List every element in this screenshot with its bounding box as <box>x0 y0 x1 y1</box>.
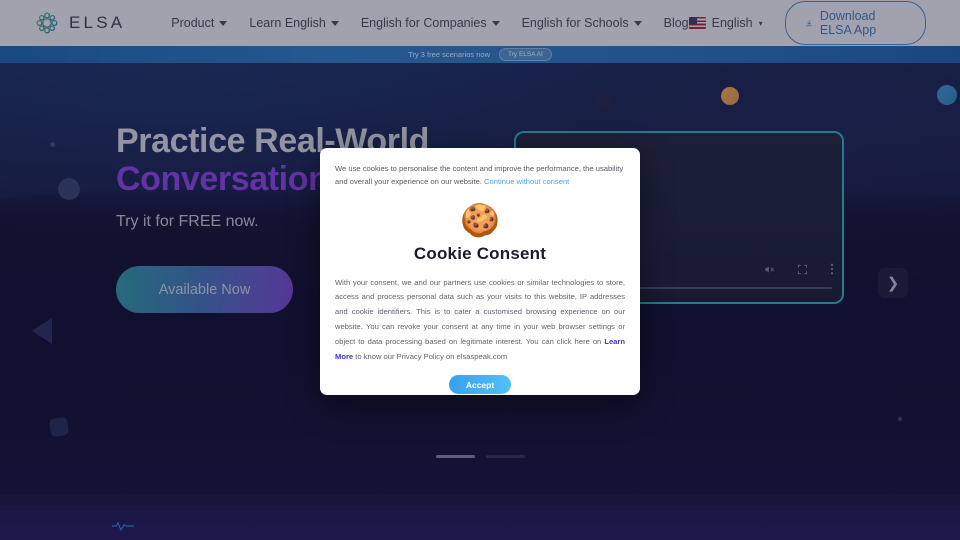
cookie-notice-body: We use cookies to personalise the conten… <box>335 164 624 187</box>
chevron-down-icon: ▾ <box>758 18 763 28</box>
nav-item-english-for-companies-label: English for Companies <box>360 16 487 30</box>
chevron-down-icon <box>491 20 500 26</box>
continue-without-consent-link[interactable]: Continue without consent <box>484 177 569 186</box>
nav-links: Product Learn English English for Compan… <box>171 16 688 30</box>
download-app-button[interactable]: Download ELSA App <box>784 1 926 45</box>
dialog-title: Cookie Consent <box>413 243 547 263</box>
brand-name: ELSA <box>69 13 126 32</box>
language-label: English <box>711 16 753 30</box>
nav-item-blog-label: Blog <box>663 16 689 30</box>
language-selector[interactable]: English ▾ <box>688 16 763 30</box>
chevron-down-icon <box>330 20 339 26</box>
cookie-body-after: to know our Privacy Policy on elsaspeak.… <box>353 351 508 361</box>
elsa-logo-icon <box>36 12 58 34</box>
nav-item-english-for-companies[interactable]: English for Companies <box>361 16 500 30</box>
nav-item-english-for-schools[interactable]: English for Schools <box>522 16 642 30</box>
cookie-body-before: With your consent, we and our partners u… <box>335 277 625 346</box>
nav-item-learn-english[interactable]: Learn English <box>249 16 339 30</box>
chevron-down-icon <box>219 20 228 26</box>
download-icon <box>806 19 812 26</box>
us-flag-icon <box>688 17 706 29</box>
nav-item-english-for-schools-label: English for Schools <box>521 16 629 30</box>
brand-logo[interactable]: ELSA <box>34 10 125 36</box>
cookie-consent-dialog: We use cookies to personalise the conten… <box>320 148 640 395</box>
page-root: Practice Real-World Conversations Try it… <box>0 0 960 540</box>
cookie-icon: 🍪 <box>460 201 500 238</box>
download-app-label: Download ELSA App <box>819 9 877 37</box>
top-navbar: ELSA Product Learn English English for C… <box>0 0 960 46</box>
nav-item-product[interactable]: Product <box>171 16 228 30</box>
cookie-consent-body: With your consent, we and our partners u… <box>335 276 625 365</box>
cookie-notice-text: We use cookies to personalise the conten… <box>335 162 625 189</box>
nav-item-product-label: Product <box>171 16 215 30</box>
nav-item-learn-english-label: Learn English <box>249 16 326 30</box>
nav-item-blog[interactable]: Blog <box>664 16 689 30</box>
accept-button[interactable]: Accept <box>449 375 511 395</box>
chevron-down-icon <box>633 20 642 26</box>
